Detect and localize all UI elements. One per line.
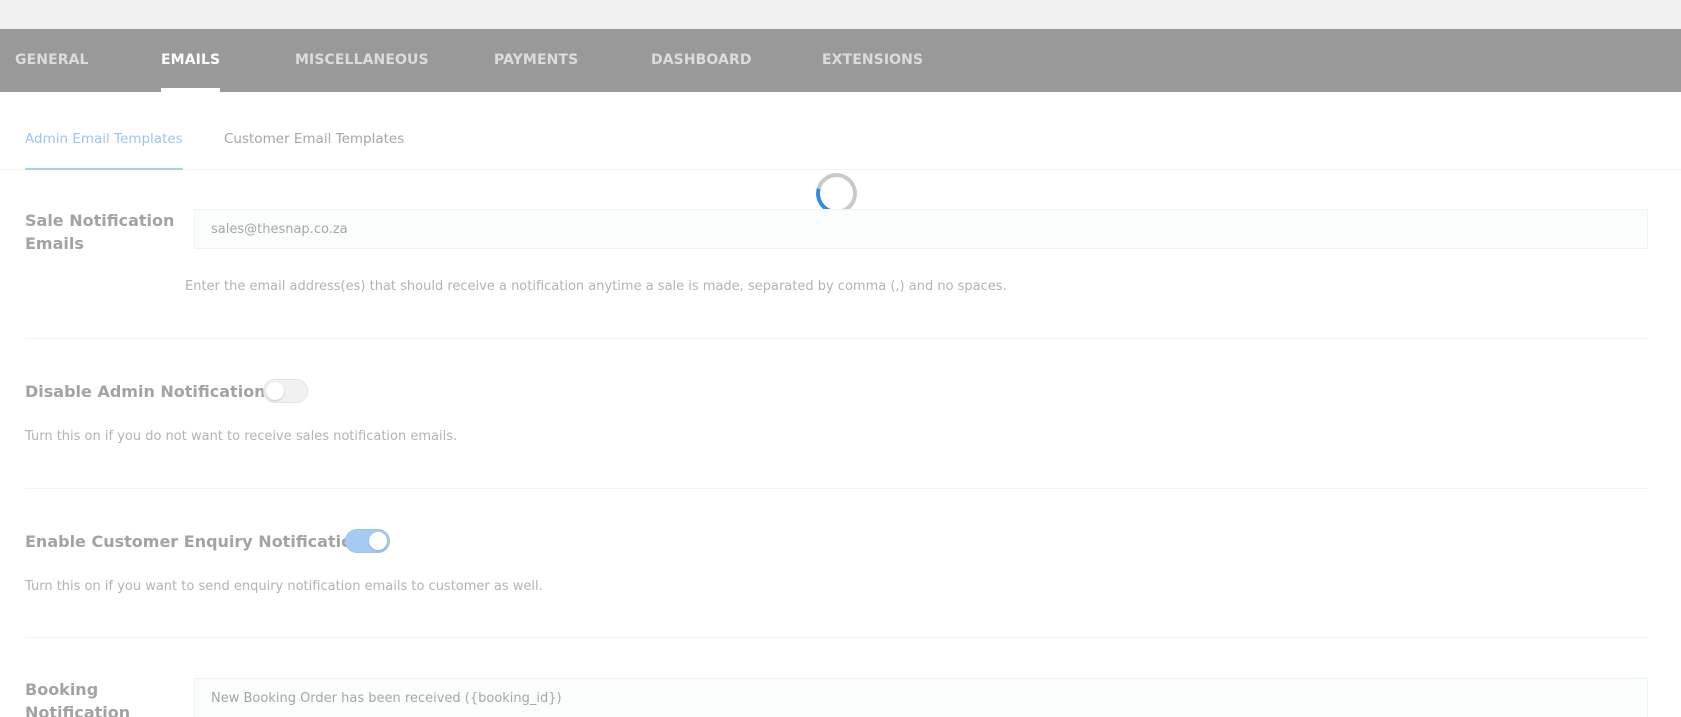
tab-miscellaneous[interactable]: MISCELLANEOUS (295, 29, 429, 92)
email-template-subnav: Admin Email Templates Customer Email Tem… (0, 92, 1681, 170)
subtab-customer-email-templates[interactable]: Customer Email Templates (224, 92, 404, 170)
enable-customer-enquiry-label: Enable Customer Enquiry Notification (25, 532, 364, 551)
tab-extensions[interactable]: EXTENSIONS (822, 29, 923, 92)
toggle-knob (266, 382, 284, 400)
browser-top-strip (0, 0, 1681, 29)
sale-notification-emails-input[interactable] (194, 209, 1648, 249)
booking-notification-subject-input[interactable] (194, 678, 1648, 717)
sale-notification-label: Sale Notification Emails (25, 211, 175, 253)
sale-notification-help: Enter the email address(es) that should … (185, 279, 1007, 294)
tab-payments[interactable]: PAYMENTS (494, 29, 578, 92)
disable-admin-notification-label: Disable Admin Notification (25, 382, 266, 401)
enable-customer-enquiry-toggle[interactable] (345, 529, 390, 553)
section-divider (25, 488, 1648, 489)
disable-admin-notification-toggle[interactable] (263, 379, 308, 403)
disable-admin-notification-help: Turn this on if you do not want to recei… (25, 429, 458, 444)
section-divider (25, 338, 1648, 339)
subtab-admin-email-templates[interactable]: Admin Email Templates (25, 92, 183, 170)
booking-notification-label: Booking Notification (25, 680, 131, 717)
tab-dashboard[interactable]: DASHBOARD (651, 29, 752, 92)
enable-customer-enquiry-help: Turn this on if you want to send enquiry… (25, 579, 543, 594)
main-settings-nav: GENERAL EMAILS MISCELLANEOUS PAYMENTS DA… (0, 29, 1681, 92)
section-divider (25, 637, 1648, 638)
tab-emails[interactable]: EMAILS (161, 29, 221, 92)
toggle-knob (369, 532, 387, 550)
tab-general[interactable]: GENERAL (15, 29, 89, 92)
